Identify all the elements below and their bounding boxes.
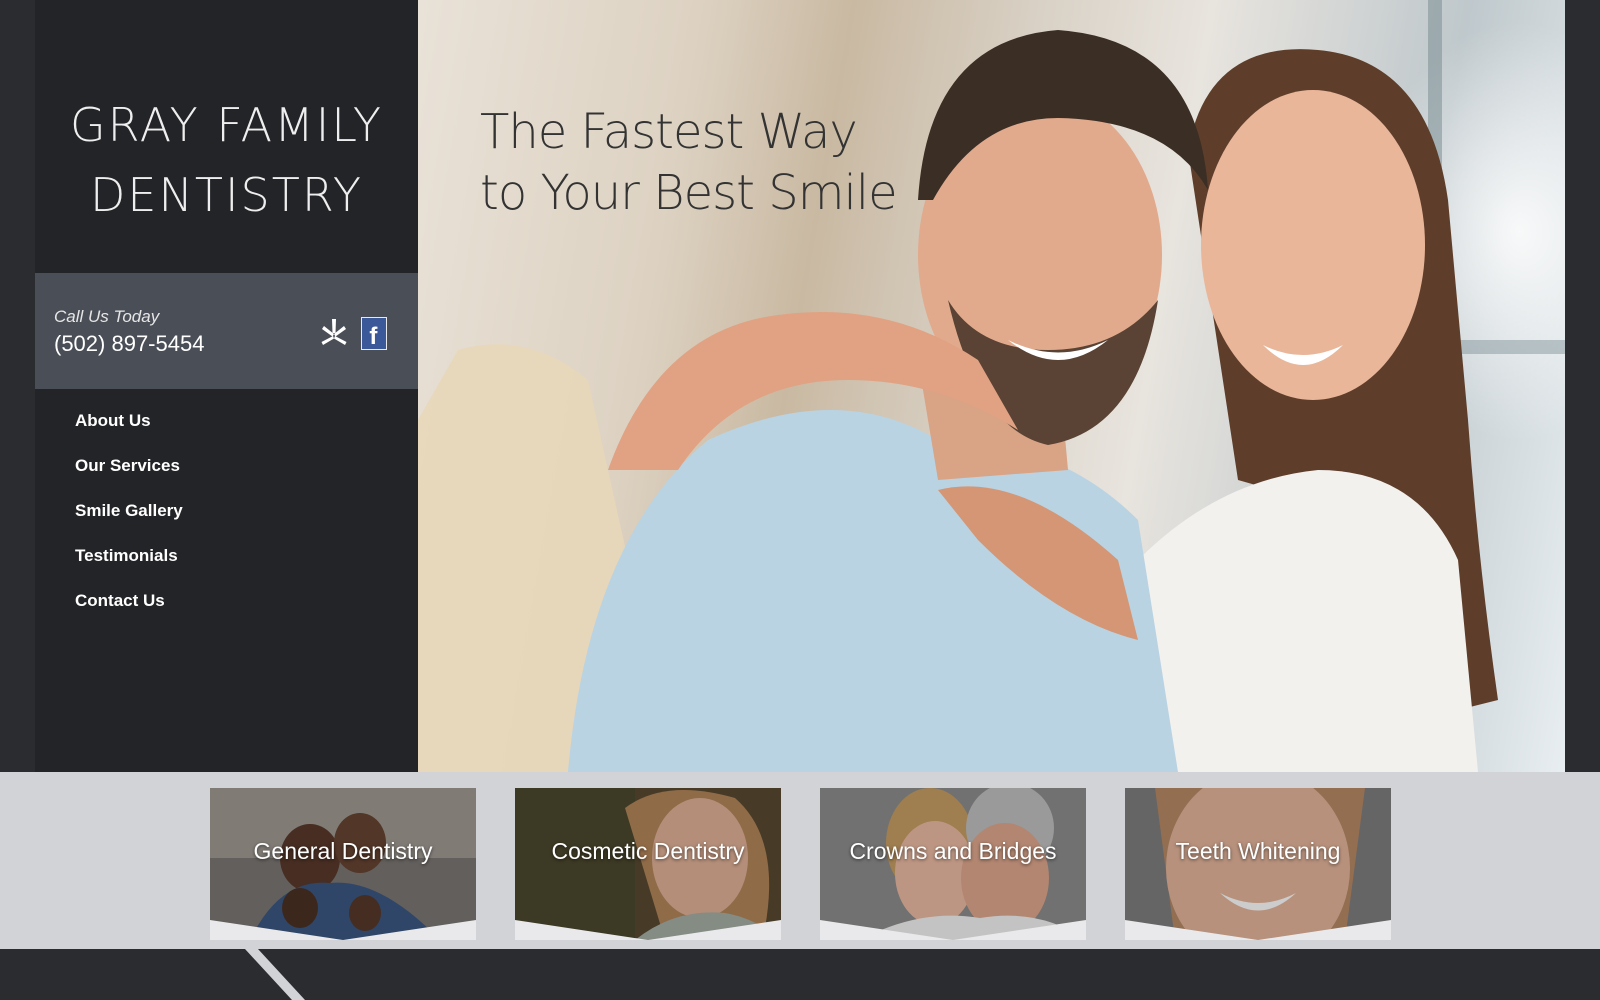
phone-number[interactable]: (502) 897-5454 bbox=[54, 331, 204, 357]
nav-item-about-us[interactable]: About Us bbox=[35, 400, 418, 445]
hero-headline-line-1: The Fastest Way bbox=[480, 104, 858, 160]
footer-strip bbox=[0, 949, 1600, 1000]
call-label: Call Us Today bbox=[54, 307, 160, 326]
service-label: General Dentistry bbox=[253, 838, 433, 864]
service-card-cosmetic-dentistry[interactable]: Cosmetic Dentistry bbox=[515, 788, 781, 940]
nav-item-our-services[interactable]: Our Services bbox=[35, 445, 418, 490]
facebook-icon[interactable]: f bbox=[361, 317, 387, 350]
service-label: Crowns and Bridges bbox=[849, 838, 1057, 864]
service-card-teeth-whitening[interactable]: Teeth Whitening bbox=[1125, 788, 1391, 940]
services-band: General Dentistry Cosmetic Dentistry Cro… bbox=[0, 772, 1600, 949]
nav-item-contact-us[interactable]: Contact Us bbox=[35, 580, 418, 625]
service-card-crowns-and-bridges[interactable]: Crowns and Bridges bbox=[820, 788, 1086, 940]
service-label: Cosmetic Dentistry bbox=[551, 838, 745, 864]
nav-item-testimonials[interactable]: Testimonials bbox=[35, 535, 418, 580]
footer-diagonal-stripe bbox=[245, 949, 305, 1000]
sidebar: GRAY FAMILY DENTISTRY Call Us Today (502… bbox=[35, 0, 418, 772]
logo-line-1: GRAY FAMILY bbox=[70, 98, 383, 152]
yelp-icon[interactable] bbox=[319, 317, 349, 353]
call-box: Call Us Today (502) 897-5454 f bbox=[35, 273, 418, 389]
hero-headline-line-2: to Your Best Smile bbox=[480, 165, 898, 221]
site-logo[interactable]: GRAY FAMILY DENTISTRY bbox=[35, 90, 418, 230]
svg-text:f: f bbox=[369, 323, 378, 349]
nav-item-smile-gallery[interactable]: Smile Gallery bbox=[35, 490, 418, 535]
logo-line-2: DENTISTRY bbox=[90, 168, 363, 222]
hero-banner: The Fastest Way to Your Best Smile bbox=[418, 0, 1565, 772]
main-nav: About Us Our Services Smile Gallery Test… bbox=[35, 400, 418, 625]
service-card-general-dentistry[interactable]: General Dentistry bbox=[210, 788, 476, 940]
page: GRAY FAMILY DENTISTRY Call Us Today (502… bbox=[0, 0, 1600, 1000]
service-label: Teeth Whitening bbox=[1175, 838, 1341, 864]
hero-headline: The Fastest Way to Your Best Smile bbox=[480, 102, 898, 224]
